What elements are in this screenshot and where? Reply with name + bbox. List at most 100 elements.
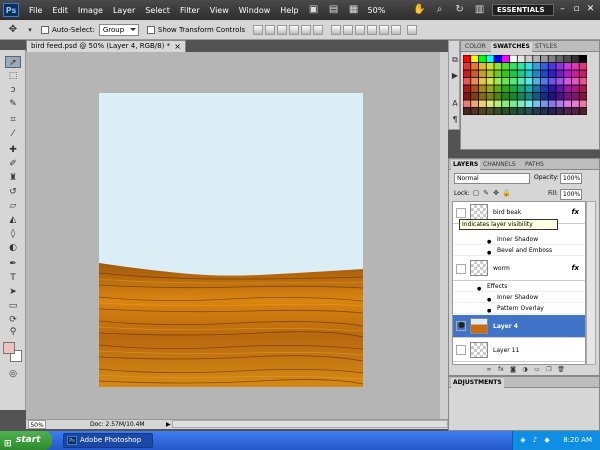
swatch[interactable] — [478, 85, 486, 93]
lock-all-icon[interactable]: 🔒 — [502, 189, 511, 197]
swatch[interactable] — [564, 55, 572, 63]
swatch[interactable] — [540, 70, 548, 78]
status-zoom-field[interactable]: 50% — [28, 420, 46, 429]
close-icon[interactable]: ✕ — [585, 4, 596, 15]
align-top-button[interactable] — [252, 24, 263, 35]
character-panel-icon[interactable]: A — [450, 99, 460, 109]
swatch[interactable] — [579, 62, 587, 70]
pen-tool-icon[interactable]: ✒ — [5, 258, 21, 270]
chevron-down-icon[interactable]: ▾ — [26, 24, 34, 36]
swatch[interactable] — [502, 85, 510, 93]
start-button[interactable]: ⊞ start — [0, 431, 52, 450]
swatch[interactable] — [556, 70, 564, 78]
fill-field[interactable]: 100% — [560, 189, 582, 200]
align-hcenter-button[interactable] — [300, 24, 311, 35]
opacity-field[interactable]: 100% — [560, 173, 582, 184]
swatch[interactable] — [471, 62, 479, 70]
swatch[interactable] — [509, 70, 517, 78]
swatch[interactable] — [502, 77, 510, 85]
swatch[interactable] — [463, 92, 471, 100]
zoom-tool-icon[interactable]: ⚲ — [5, 326, 21, 338]
effect-row[interactable]: ● Inner Shadow — [453, 235, 585, 245]
swatch[interactable] — [494, 77, 502, 85]
swatch[interactable] — [556, 55, 564, 63]
layer-visibility-toggle[interactable] — [456, 208, 466, 218]
effect-row[interactable]: ● Inner Shadow — [453, 293, 585, 303]
rotate-view-icon[interactable]: ↻ — [453, 4, 467, 16]
swatch[interactable] — [471, 100, 479, 108]
swatch[interactable] — [478, 70, 486, 78]
menu-edit[interactable]: Edit — [52, 6, 68, 15]
zoom-level-dropdown[interactable]: 50% — [368, 4, 406, 17]
swatch[interactable] — [463, 70, 471, 78]
swatch[interactable] — [486, 55, 494, 63]
swatch[interactable] — [478, 62, 486, 70]
swatch[interactable] — [509, 107, 517, 115]
swatch[interactable] — [556, 92, 564, 100]
swatch[interactable] — [502, 107, 510, 115]
new-layer-icon[interactable]: ❐ — [544, 366, 554, 374]
swatch[interactable] — [533, 62, 541, 70]
swatch[interactable] — [525, 100, 533, 108]
document-horizontal-scrollbar[interactable] — [172, 420, 448, 428]
swatch[interactable] — [540, 85, 548, 93]
swatch[interactable] — [564, 70, 572, 78]
align-right-button[interactable] — [312, 24, 323, 35]
auto-select-target-select[interactable]: Group — [98, 23, 139, 36]
layer-row-layer-4[interactable]: Layer 4 — [453, 315, 585, 338]
close-icon[interactable]: × — [174, 41, 181, 52]
document-canvas[interactable] — [99, 93, 363, 387]
swatch[interactable] — [517, 100, 525, 108]
swatch[interactable] — [548, 55, 556, 63]
swatch[interactable] — [548, 77, 556, 85]
foreground-color-swatch[interactable] — [3, 342, 15, 354]
crop-tool-icon[interactable]: ⌗ — [5, 114, 21, 126]
swatch[interactable] — [494, 100, 502, 108]
menu-file[interactable]: File — [29, 6, 42, 15]
swatch[interactable] — [463, 85, 471, 93]
swatch[interactable] — [502, 70, 510, 78]
swatch[interactable] — [471, 107, 479, 115]
swatch[interactable] — [463, 100, 471, 108]
swatch[interactable] — [533, 77, 541, 85]
swatch[interactable] — [502, 55, 510, 63]
dodge-tool-icon[interactable]: ◐ — [5, 242, 21, 254]
arrange-documents-icon[interactable]: ▥ — [473, 4, 487, 16]
swatch[interactable] — [509, 77, 517, 85]
blend-mode-select[interactable]: Normal — [454, 173, 530, 184]
layer-effects-icon[interactable]: fx — [571, 208, 579, 216]
distribute-bottom-button[interactable] — [354, 24, 365, 35]
swatch[interactable] — [571, 100, 579, 108]
auto-align-layers-button[interactable] — [406, 24, 417, 35]
swatch[interactable] — [471, 85, 479, 93]
align-left-button[interactable] — [288, 24, 299, 35]
swatch[interactable] — [509, 55, 517, 63]
swatch[interactable] — [478, 55, 486, 63]
effect-row[interactable]: ● Pattern Overlay — [453, 304, 585, 314]
tab-paths[interactable]: PATHS — [523, 160, 546, 170]
status-menu-arrow-icon[interactable]: ▶ — [166, 420, 171, 429]
align-vcenter-button[interactable] — [264, 24, 275, 35]
swatch[interactable] — [564, 107, 572, 115]
distribute-left-button[interactable] — [366, 24, 377, 35]
swatch[interactable] — [556, 100, 564, 108]
zoom-tool-icon[interactable]: ⌕ — [433, 4, 447, 16]
swatch[interactable] — [579, 55, 587, 63]
quick-mask-icon[interactable]: ◎ — [5, 368, 21, 380]
layer-visibility-toggle[interactable] — [456, 264, 466, 274]
add-mask-icon[interactable]: ◙ — [508, 366, 518, 374]
swatch[interactable] — [494, 55, 502, 63]
swatch[interactable] — [533, 70, 541, 78]
layer-effects-icon[interactable]: fx — [571, 264, 579, 272]
quick-select-tool-icon[interactable]: ✎ — [5, 98, 21, 110]
document-tab[interactable]: bird feed.psd @ 50% (Layer 4, RGB/8) * × — [26, 40, 186, 52]
minimize-icon[interactable]: – — [557, 4, 568, 15]
move-tool-icon[interactable]: ➚ — [5, 56, 21, 68]
paint-bucket-tool-icon[interactable]: ◭ — [5, 214, 21, 226]
clone-stamp-tool-icon[interactable]: ♜ — [5, 172, 21, 184]
swatch[interactable] — [463, 62, 471, 70]
swatch[interactable] — [556, 107, 564, 115]
swatch[interactable] — [540, 100, 548, 108]
menu-image[interactable]: Image — [78, 6, 103, 15]
distribute-vcenter-button[interactable] — [342, 24, 353, 35]
